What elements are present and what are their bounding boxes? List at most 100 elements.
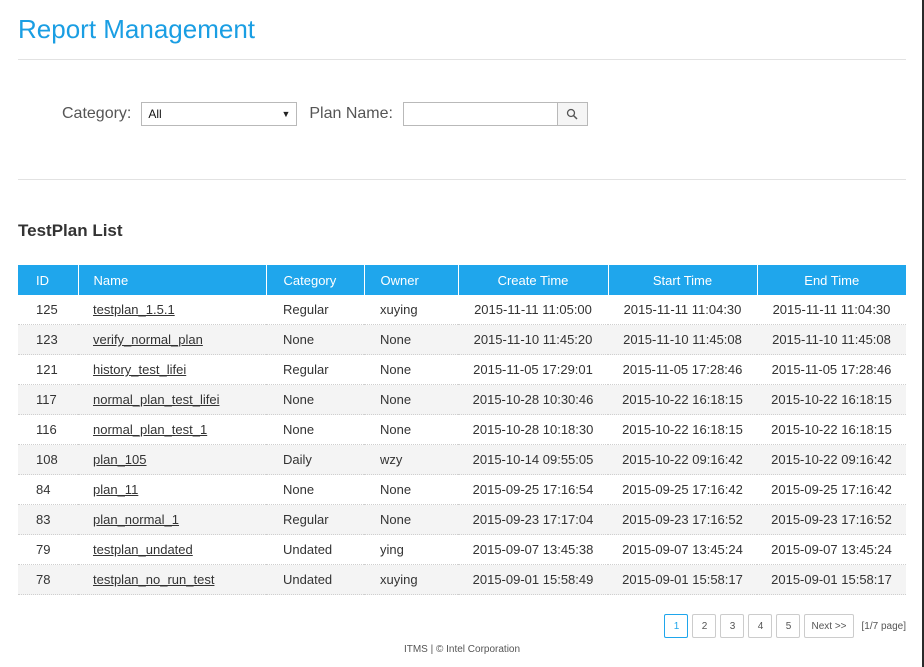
cell-owner: None bbox=[364, 414, 458, 445]
pagination: 1 2 3 4 5 Next >> [1/7 page] bbox=[660, 614, 906, 638]
column-header-start-time: Start Time bbox=[608, 265, 758, 295]
cell-id: 117 bbox=[18, 384, 78, 415]
cell-end-time: 2015-10-22 09:16:42 bbox=[757, 444, 906, 475]
cell-category: Regular bbox=[266, 354, 364, 385]
plan-name-link[interactable]: plan_normal_1 bbox=[93, 512, 179, 527]
search-button[interactable] bbox=[557, 102, 588, 126]
cell-owner: None bbox=[364, 384, 458, 415]
cell-start-time: 2015-11-05 17:28:46 bbox=[608, 354, 757, 385]
table-row: 108 plan_105 Daily wzy 2015-10-14 09:55:… bbox=[18, 444, 906, 475]
plan-name-label: Plan Name: bbox=[309, 105, 393, 122]
column-header-create-time: Create Time bbox=[458, 265, 609, 295]
divider bbox=[18, 179, 906, 180]
plan-name-link[interactable]: testplan_no_run_test bbox=[93, 572, 214, 587]
cell-category: Undated bbox=[266, 534, 364, 565]
plan-name-link[interactable]: verify_normal_plan bbox=[93, 332, 203, 347]
cell-create-time: 2015-11-11 11:05:00 bbox=[458, 295, 608, 325]
cell-end-time: 2015-09-23 17:16:52 bbox=[757, 504, 906, 535]
cell-end-time: 2015-11-10 11:45:08 bbox=[757, 324, 906, 355]
cell-start-time: 2015-11-10 11:45:08 bbox=[608, 324, 757, 355]
cell-create-time: 2015-10-14 09:55:05 bbox=[458, 444, 608, 475]
cell-category: None bbox=[266, 414, 364, 445]
table-row: 123 verify_normal_plan None None 2015-11… bbox=[18, 324, 906, 355]
cell-start-time: 2015-09-01 15:58:17 bbox=[608, 564, 757, 595]
plan-name-link[interactable]: plan_105 bbox=[93, 452, 147, 467]
cell-id: 121 bbox=[18, 354, 78, 385]
cell-category: None bbox=[266, 384, 364, 415]
column-header-name: Name bbox=[78, 265, 267, 295]
cell-end-time: 2015-11-05 17:28:46 bbox=[757, 354, 906, 385]
plan-name-link[interactable]: plan_11 bbox=[93, 482, 138, 497]
cell-owner: None bbox=[364, 324, 458, 355]
section-title: TestPlan List bbox=[18, 221, 123, 240]
category-select[interactable]: All ▼ bbox=[141, 102, 298, 126]
page-title: Report Management bbox=[18, 14, 256, 44]
page-info: [1/7 page] bbox=[861, 620, 906, 632]
cell-id: 83 bbox=[18, 504, 78, 535]
cell-category: Regular bbox=[266, 295, 364, 325]
category-label: Category: bbox=[62, 105, 132, 122]
table-row: 83 plan_normal_1 Regular None 2015-09-23… bbox=[18, 504, 906, 535]
cell-owner: xuying bbox=[364, 564, 458, 595]
cell-owner: None bbox=[364, 504, 458, 535]
plan-name-link[interactable]: testplan_1.5.1 bbox=[93, 302, 175, 317]
plan-name-link[interactable]: normal_plan_test_1 bbox=[93, 422, 207, 437]
cell-end-time: 2015-09-01 15:58:17 bbox=[757, 564, 906, 595]
chevron-down-icon: ▼ bbox=[281, 109, 291, 119]
table-row: 117 normal_plan_test_lifei None None 201… bbox=[18, 384, 906, 415]
next-page-button[interactable]: Next >> bbox=[804, 614, 854, 638]
cell-category: None bbox=[266, 324, 364, 355]
cell-id: 123 bbox=[18, 324, 78, 355]
page-button-5[interactable]: 5 bbox=[776, 614, 801, 638]
table-row: 121 history_test_lifei Regular None 2015… bbox=[18, 354, 906, 385]
cell-owner: None bbox=[364, 474, 458, 505]
cell-owner: ying bbox=[364, 534, 458, 565]
cell-category: None bbox=[266, 474, 364, 505]
page-button-4[interactable]: 4 bbox=[748, 614, 773, 638]
cell-end-time: 2015-10-22 16:18:15 bbox=[757, 384, 906, 415]
divider bbox=[18, 59, 906, 60]
cell-start-time: 2015-11-11 11:04:30 bbox=[608, 295, 757, 325]
cell-id: 78 bbox=[18, 564, 78, 595]
cell-id: 79 bbox=[18, 534, 78, 565]
cell-end-time: 2015-09-07 13:45:24 bbox=[757, 534, 906, 565]
cell-start-time: 2015-10-22 09:16:42 bbox=[608, 444, 757, 475]
cell-create-time: 2015-09-01 15:58:49 bbox=[458, 564, 608, 595]
column-header-id: ID bbox=[18, 265, 79, 295]
testplan-table: ID Name Category Owner Create Time Start… bbox=[18, 265, 906, 595]
plan-name-link[interactable]: normal_plan_test_lifei bbox=[93, 392, 219, 407]
cell-end-time: 2015-11-11 11:04:30 bbox=[757, 295, 906, 325]
column-header-category: Category bbox=[266, 265, 365, 295]
column-header-owner: Owner bbox=[364, 265, 459, 295]
page-button-2[interactable]: 2 bbox=[692, 614, 717, 638]
table-row: 116 normal_plan_test_1 None None 2015-10… bbox=[18, 414, 906, 445]
cell-category: Regular bbox=[266, 504, 364, 535]
category-select-value: All bbox=[148, 107, 162, 121]
cell-create-time: 2015-09-25 17:16:54 bbox=[458, 474, 608, 505]
table-row: 79 testplan_undated Undated ying 2015-09… bbox=[18, 534, 906, 565]
table-row: 125 testplan_1.5.1 Regular xuying 2015-1… bbox=[18, 295, 906, 325]
cell-id: 108 bbox=[18, 444, 78, 475]
table-row: 84 plan_11 None None 2015-09-25 17:16:54… bbox=[18, 474, 906, 505]
cell-start-time: 2015-10-22 16:18:15 bbox=[608, 414, 757, 445]
filter-bar: Category: All ▼ Plan Name: bbox=[62, 100, 588, 128]
table-row: 78 testplan_no_run_test Undated xuying 2… bbox=[18, 564, 906, 595]
cell-owner: xuying bbox=[364, 295, 458, 325]
cell-create-time: 2015-10-28 10:30:46 bbox=[458, 384, 608, 415]
plan-name-input[interactable] bbox=[402, 102, 558, 126]
cell-category: Daily bbox=[266, 444, 364, 475]
cell-id: 116 bbox=[18, 414, 78, 445]
cell-start-time: 2015-10-22 16:18:15 bbox=[608, 384, 757, 415]
footer-text: ITMS | © Intel Corporation bbox=[403, 644, 521, 655]
plan-name-link[interactable]: testplan_undated bbox=[93, 542, 193, 557]
page-button-1[interactable]: 1 bbox=[664, 614, 689, 638]
cell-owner: wzy bbox=[364, 444, 458, 475]
cell-create-time: 2015-10-28 10:18:30 bbox=[458, 414, 608, 445]
cell-end-time: 2015-09-25 17:16:42 bbox=[757, 474, 906, 505]
cell-id: 84 bbox=[18, 474, 78, 505]
cell-owner: None bbox=[364, 354, 458, 385]
plan-name-link[interactable]: history_test_lifei bbox=[93, 362, 186, 377]
search-icon bbox=[567, 108, 578, 120]
column-header-end-time: End Time bbox=[804, 272, 860, 288]
page-button-3[interactable]: 3 bbox=[720, 614, 745, 638]
